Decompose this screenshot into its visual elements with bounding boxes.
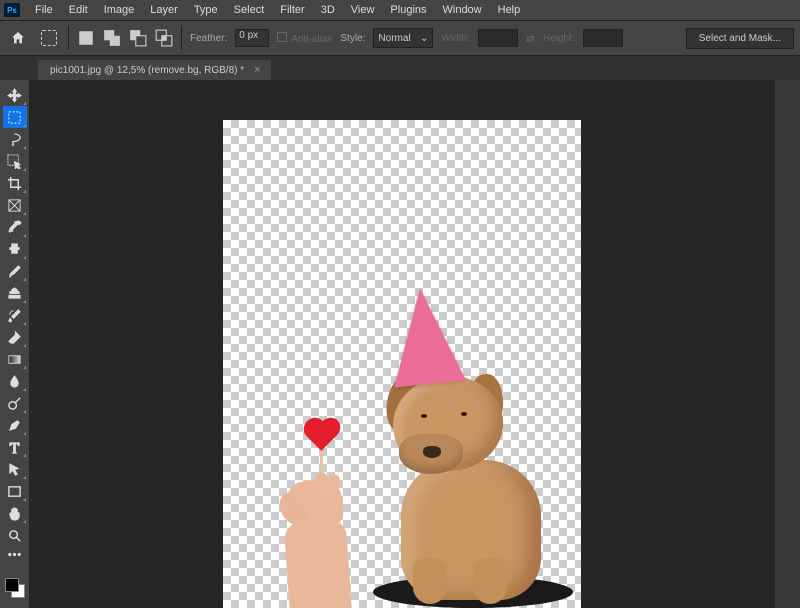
- menu-edit[interactable]: Edit: [62, 2, 95, 18]
- lasso-tool[interactable]: [3, 128, 27, 150]
- menu-select[interactable]: Select: [227, 2, 272, 18]
- menu-image[interactable]: Image: [97, 2, 142, 18]
- eyedropper-tool[interactable]: [3, 216, 27, 238]
- party-hat-shape: [384, 284, 466, 387]
- style-label: Style:: [340, 33, 365, 44]
- divider: [181, 26, 182, 50]
- gradient-tool[interactable]: [3, 348, 27, 370]
- document-tab-bar: pic1001.jpg @ 12,5% (remove.bg, RGB/8) *…: [0, 56, 800, 80]
- menu-file[interactable]: File: [28, 2, 60, 18]
- move-tool[interactable]: [3, 84, 27, 106]
- menu-bar: Ps File Edit Image Layer Type Select Fil…: [0, 0, 800, 20]
- options-bar: Feather: 0 px Anti-alias Style: Normal ⌄…: [0, 20, 800, 56]
- main-area: [0, 80, 800, 608]
- rectangular-marquee-tool[interactable]: [3, 106, 27, 128]
- select-and-mask-button[interactable]: Select and Mask...: [686, 28, 794, 49]
- subtract-selection-icon[interactable]: [129, 29, 147, 47]
- frame-tool[interactable]: [3, 194, 27, 216]
- pen-tool[interactable]: [3, 414, 27, 436]
- menu-window[interactable]: Window: [436, 2, 489, 18]
- menu-layer[interactable]: Layer: [143, 2, 185, 18]
- height-label: Height:: [543, 33, 575, 44]
- type-tool[interactable]: [3, 436, 27, 458]
- add-selection-icon[interactable]: [103, 29, 121, 47]
- document-tab[interactable]: pic1001.jpg @ 12,5% (remove.bg, RGB/8) *…: [38, 60, 271, 80]
- swap-dim-icon: ⇄: [526, 32, 535, 45]
- menu-plugins[interactable]: Plugins: [383, 2, 433, 18]
- feather-input[interactable]: 0 px: [235, 29, 269, 47]
- app-logo-icon: Ps: [4, 3, 20, 17]
- object-selection-tool[interactable]: [3, 150, 27, 172]
- hand-tool[interactable]: [3, 502, 27, 524]
- feather-label: Feather:: [190, 33, 227, 44]
- tools-panel: [0, 80, 30, 608]
- document-canvas[interactable]: [223, 120, 581, 608]
- spot-healing-brush-tool[interactable]: [3, 238, 27, 260]
- history-brush-tool[interactable]: [3, 304, 27, 326]
- width-input: [478, 29, 518, 47]
- antialias-checkbox-icon: [277, 32, 287, 42]
- brush-tool[interactable]: [3, 260, 27, 282]
- zoom-tool[interactable]: [3, 524, 27, 546]
- color-swatches[interactable]: [5, 578, 25, 598]
- eraser-tool[interactable]: [3, 326, 27, 348]
- chevron-down-icon: ⌄: [420, 33, 428, 44]
- path-selection-tool[interactable]: [3, 458, 27, 480]
- new-selection-icon[interactable]: [77, 29, 95, 47]
- menu-help[interactable]: Help: [491, 2, 528, 18]
- menu-filter[interactable]: Filter: [273, 2, 311, 18]
- crop-tool[interactable]: [3, 172, 27, 194]
- width-label: Width:: [441, 33, 469, 44]
- menu-view[interactable]: View: [344, 2, 382, 18]
- marquee-icon: [41, 30, 57, 46]
- dog-subject: [373, 368, 558, 603]
- heart-icon: [307, 421, 337, 451]
- style-select[interactable]: Normal ⌄: [373, 28, 433, 48]
- dodge-tool[interactable]: [3, 392, 27, 414]
- antialias-option: Anti-alias: [277, 32, 332, 45]
- rectangle-tool[interactable]: [3, 480, 27, 502]
- blur-tool[interactable]: [3, 370, 27, 392]
- home-icon: [10, 30, 26, 46]
- close-tab-icon[interactable]: ×: [254, 64, 260, 76]
- divider: [68, 26, 69, 50]
- canvas-viewport[interactable]: [30, 80, 774, 608]
- home-button[interactable]: [6, 26, 30, 50]
- document-tab-title: pic1001.jpg @ 12,5% (remove.bg, RGB/8) *: [50, 65, 244, 76]
- menu-type[interactable]: Type: [187, 2, 225, 18]
- right-panels-edge[interactable]: [774, 80, 800, 608]
- more-tools-icon[interactable]: [3, 546, 27, 562]
- foreground-color-swatch[interactable]: [5, 578, 19, 592]
- clone-stamp-tool[interactable]: [3, 282, 27, 304]
- hand-subject: [275, 474, 363, 608]
- height-input: [583, 29, 623, 47]
- current-tool-preset[interactable]: [38, 27, 60, 49]
- menu-3d[interactable]: 3D: [314, 2, 342, 18]
- intersect-selection-icon[interactable]: [155, 29, 173, 47]
